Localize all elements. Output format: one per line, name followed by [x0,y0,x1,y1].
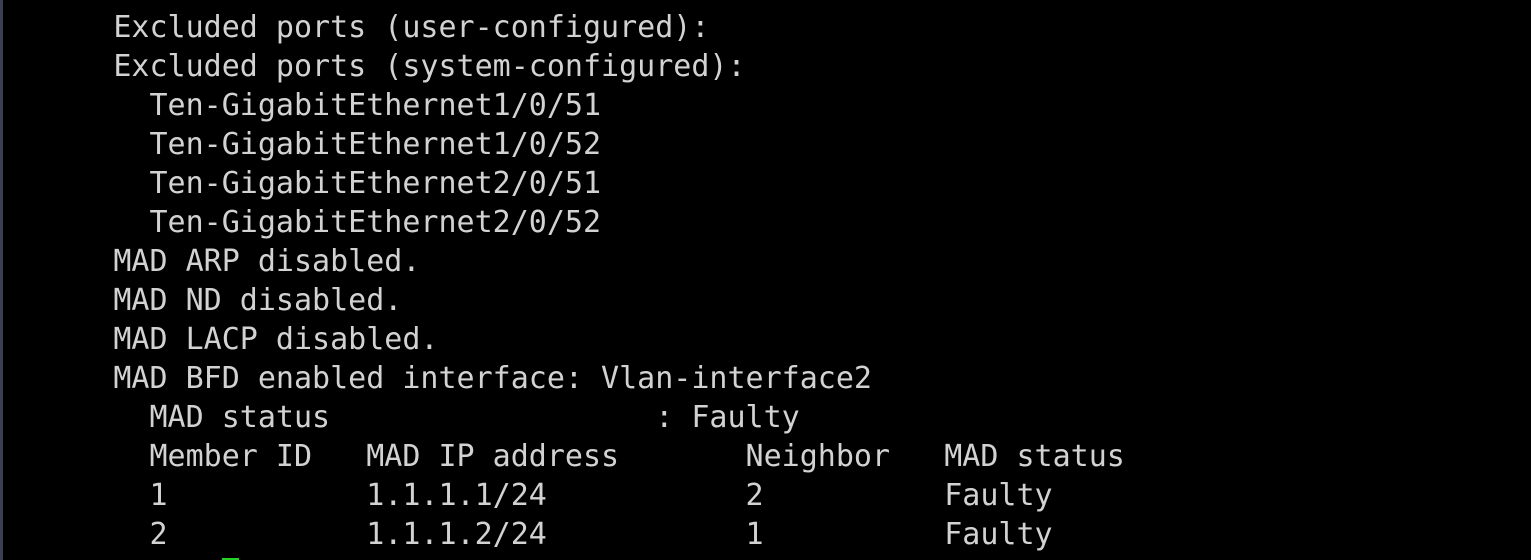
line-text: 1 1.1.1.1/24 2 Faulty [113,478,1053,513]
prompt-text: [SW-1] [113,556,221,560]
line-text: Ten-GigabitEthernet1/0/51 [113,88,602,123]
terminal-line-excluded-user: Excluded ports (user-configured): [0,0,1531,45]
line-text: MAD BFD enabled interface: Vlan-interfac… [113,361,872,396]
line-text: Ten-GigabitEthernet1/0/52 [113,127,602,162]
line-text: Ten-GigabitEthernet2/0/52 [113,205,602,240]
line-text: Ten-GigabitEthernet2/0/51 [113,166,602,201]
line-text: Member ID MAD IP address Neighbor MAD st… [113,439,1125,474]
terminal-prompt-line[interactable]: [SW-1] [0,515,1531,560]
line-text: MAD status : Faulty [113,400,800,435]
terminal-window[interactable]: Excluded ports (user-configured): Exclud… [0,0,1531,560]
line-text: MAD ND disabled. [113,283,403,318]
line-text: Excluded ports (user-configured): [113,10,710,45]
line-text: MAD LACP disabled. [113,322,439,357]
window-left-edge [0,0,3,560]
terminal-screen: Excluded ports (user-configured): Exclud… [0,0,1531,560]
line-text: MAD ARP disabled. [113,244,421,279]
line-text: Excluded ports (system-configured): [113,49,746,84]
